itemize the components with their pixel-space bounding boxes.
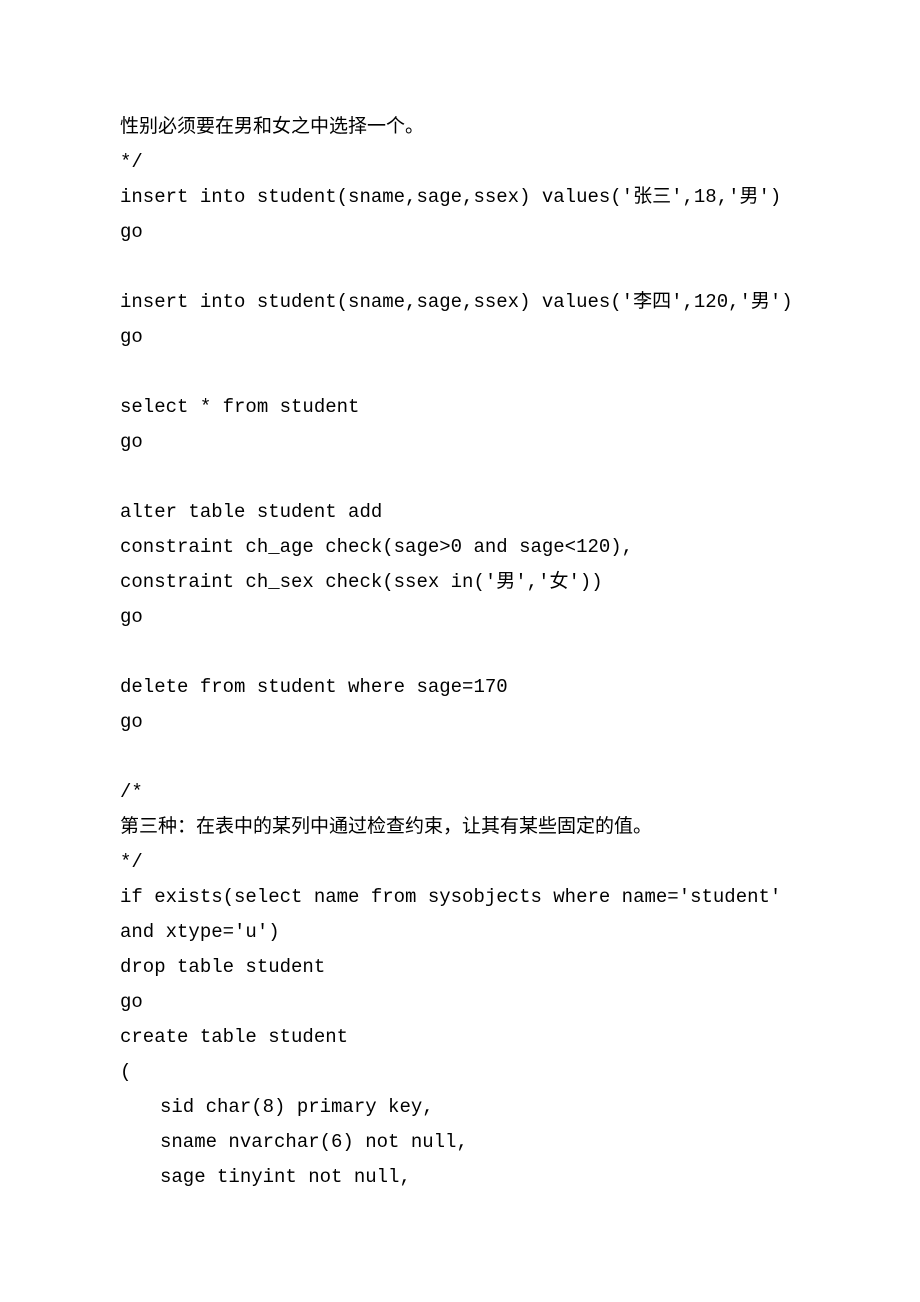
- code-line: constraint ch_age check(sage>0 and sage<…: [120, 530, 800, 565]
- code-line: */: [120, 145, 800, 180]
- code-line: sname nvarchar(6) not null,: [120, 1125, 800, 1160]
- code-line: create table student: [120, 1020, 800, 1055]
- code-line: select * from student: [120, 390, 800, 425]
- code-line: (: [120, 1055, 800, 1090]
- code-line: [120, 355, 800, 390]
- code-line: /*: [120, 775, 800, 810]
- code-line: 第三种：在表中的某列中通过检查约束，让其有某些固定的值。: [120, 810, 800, 845]
- code-line: [120, 250, 800, 285]
- document-content: 性别必须要在男和女之中选择一个。*/insert into student(sn…: [120, 110, 800, 1195]
- code-line: drop table student: [120, 950, 800, 985]
- code-line: go: [120, 985, 800, 1020]
- code-line: go: [120, 320, 800, 355]
- code-line: constraint ch_sex check(ssex in('男','女')…: [120, 565, 800, 600]
- code-line: go: [120, 600, 800, 635]
- code-line: if exists(select name from sysobjects wh…: [120, 880, 800, 950]
- code-line: [120, 460, 800, 495]
- code-line: sid char(8) primary key,: [120, 1090, 800, 1125]
- code-line: insert into student(sname,sage,ssex) val…: [120, 180, 800, 215]
- code-line: [120, 635, 800, 670]
- code-line: */: [120, 845, 800, 880]
- code-line: sage tinyint not null,: [120, 1160, 800, 1195]
- code-line: go: [120, 705, 800, 740]
- code-line: delete from student where sage=170: [120, 670, 800, 705]
- code-line: [120, 740, 800, 775]
- code-line: go: [120, 425, 800, 460]
- code-line: insert into student(sname,sage,ssex) val…: [120, 285, 800, 320]
- code-line: go: [120, 215, 800, 250]
- code-line: 性别必须要在男和女之中选择一个。: [120, 110, 800, 145]
- code-line: alter table student add: [120, 495, 800, 530]
